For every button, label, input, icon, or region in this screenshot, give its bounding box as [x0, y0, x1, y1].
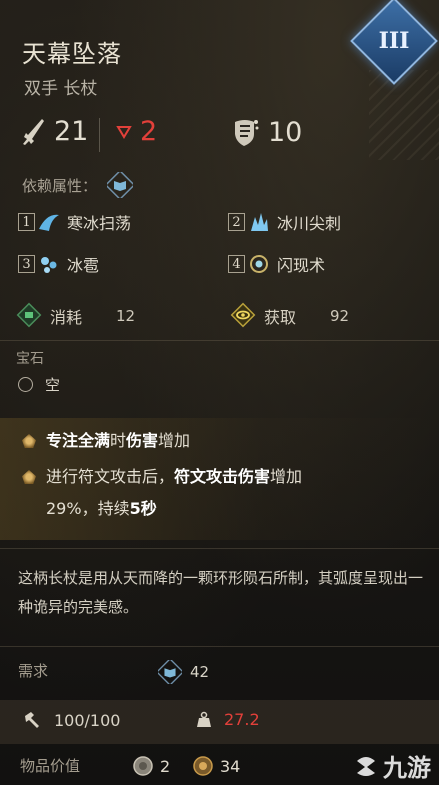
gain-value: 92	[330, 307, 350, 325]
defense-stat: 10	[230, 116, 302, 148]
penalty-stat: 2	[116, 116, 157, 147]
item-type: 双手 长杖	[24, 79, 98, 99]
sword-icon	[23, 118, 44, 145]
hammer-icon	[25, 712, 39, 728]
affix-2: 进行符文攻击后，符文攻击伤害增加	[22, 462, 302, 492]
book-icon	[107, 172, 134, 198]
attack-stat: 21	[20, 116, 88, 147]
gold-coin: 34	[192, 755, 240, 777]
consume-value: 12	[116, 307, 136, 325]
ice-sweep-icon	[39, 214, 59, 231]
skill-number: 1	[18, 213, 35, 231]
gem-slot-label: 空	[45, 376, 61, 394]
skill-name: 寒冰扫荡	[67, 214, 132, 233]
gain-label: 获取	[264, 308, 297, 327]
consume-icon	[16, 302, 42, 328]
watermark: 九游	[353, 748, 431, 783]
item-value-label: 物品价值	[20, 757, 81, 775]
skill-number: 2	[228, 213, 245, 231]
resource-gain: 获取 92	[228, 302, 349, 330]
affix-2-line-2: 29%，持续5秒	[46, 499, 157, 518]
divider	[0, 646, 439, 647]
book-icon	[158, 660, 182, 684]
divider	[0, 340, 439, 341]
skill-name: 冰川尖刺	[277, 214, 342, 233]
watermark-text: 九游	[383, 754, 431, 782]
skill-item-4[interactable]: 4 闪现术	[228, 252, 325, 276]
consume-label: 消耗	[50, 308, 83, 327]
affix-bullet-icon	[22, 470, 36, 484]
fist-shield-icon	[235, 120, 259, 146]
flash-icon	[250, 255, 268, 273]
skill-number: 3	[18, 255, 35, 273]
durability-value: 100/100	[54, 710, 121, 730]
resource-row: 消耗 12 获取 92	[14, 298, 424, 334]
divider	[99, 118, 100, 152]
weight: 27.2	[196, 710, 260, 729]
silver-value: 2	[160, 756, 171, 776]
affix-1: 专注全满时伤害增加	[22, 426, 190, 456]
skill-name: 冰雹	[67, 256, 100, 275]
skill-name: 闪现术	[277, 256, 326, 275]
stats-row: 21 2 10	[20, 116, 420, 156]
weight-value: 27.2	[224, 710, 260, 729]
logo-icon	[357, 756, 375, 776]
gain-icon	[230, 302, 256, 328]
flavor-text: 这柄长杖是用从天而降的一颗环形陨石所制，其弧度呈现出一种诡异的完美感。	[18, 569, 424, 616]
requirement-label: 需求	[18, 662, 49, 680]
gold-coin-icon	[193, 756, 213, 776]
silver-coin-icon	[133, 756, 153, 776]
skill-item-3[interactable]: 3 冰雹	[18, 252, 99, 276]
attack-value: 21	[54, 116, 89, 147]
hail-icon	[41, 257, 57, 273]
divider	[0, 548, 439, 549]
requirement-value-group: 42	[158, 660, 209, 684]
glacier-spike-icon	[251, 213, 268, 231]
defense-value: 10	[268, 116, 303, 148]
empty-socket-icon	[18, 377, 33, 392]
weight-icon	[197, 711, 211, 727]
requirement-value: 42	[190, 663, 210, 681]
requirement-row: 需求 42	[18, 660, 428, 690]
gem-section-title: 宝石	[16, 351, 44, 367]
gem-slot[interactable]: 空	[18, 374, 60, 395]
durability: 100/100	[22, 710, 120, 730]
skill-number: 4	[228, 255, 245, 273]
attribute-requirement-label: 依赖属性：	[22, 176, 98, 195]
item-name: 天幕坠落	[22, 40, 122, 68]
attribute-requirement: 依赖属性：	[22, 172, 134, 198]
skill-item-2[interactable]: 2 冰川尖刺	[228, 210, 341, 234]
gold-value: 34	[220, 756, 241, 776]
skill-item-1[interactable]: 1 寒冰扫荡	[18, 210, 131, 234]
tier-badge-label: III	[378, 28, 410, 54]
affix-bullet-icon	[22, 434, 36, 448]
durability-row: 100/100 27.2	[0, 700, 439, 744]
resource-consume: 消耗 12	[14, 302, 135, 330]
penalty-value: 2	[140, 116, 158, 147]
down-arrow-icon	[116, 125, 132, 139]
item-tooltip-card: 天幕坠落 双手 长杖 III 21 2 10 依赖属性： 1 寒冰扫荡 2 冰川…	[0, 0, 439, 785]
silver-coin: 2	[132, 755, 170, 777]
